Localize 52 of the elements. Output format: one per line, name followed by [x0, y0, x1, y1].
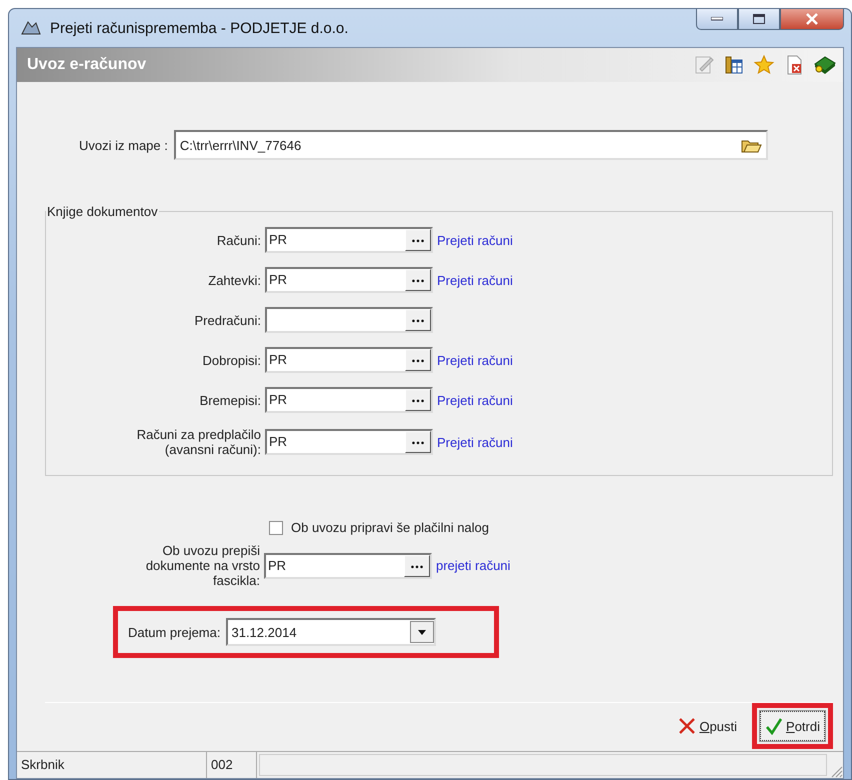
book-icon[interactable] — [813, 54, 837, 76]
field-label: Ob uvozu prepiši dokumente na vrsto fascikla: — [144, 543, 260, 588]
ellipsis-button[interactable] — [404, 554, 430, 576]
form-title: Uvoz e-računov — [27, 56, 148, 74]
book-field[interactable]: PR — [265, 347, 433, 373]
close-button[interactable] — [780, 9, 844, 30]
confirm-button[interactable]: Potrdi — [760, 711, 825, 741]
close-icon — [805, 13, 819, 25]
columns-icon[interactable] — [723, 54, 745, 76]
cross-icon — [678, 717, 696, 735]
checkmark-icon — [765, 717, 784, 735]
maximize-button[interactable] — [738, 9, 780, 30]
book-field[interactable]: PR — [264, 552, 432, 578]
checkbox[interactable] — [269, 520, 283, 534]
book-field[interactable]: PR — [265, 267, 433, 293]
maximize-icon — [753, 14, 765, 24]
book-link[interactable]: Prejeti računi — [437, 272, 513, 288]
field-label: Zahtevki: — [207, 272, 261, 288]
ellipsis-button[interactable] — [405, 389, 431, 411]
book-field[interactable]: PR — [265, 227, 433, 253]
date-field[interactable]: 31.12.2014 — [226, 618, 436, 646]
book-link[interactable]: prejeti računi — [436, 558, 510, 573]
ellipsis-button[interactable] — [405, 269, 431, 291]
book-link[interactable]: Prejeti računi — [437, 392, 513, 408]
book-link[interactable]: Prejeti računi — [437, 434, 513, 450]
ellipsis-button[interactable] — [405, 229, 431, 251]
field-label: Predračuni: — [194, 312, 261, 328]
status-cell: 002 — [207, 752, 257, 778]
book-field[interactable] — [265, 307, 433, 333]
minimize-button[interactable] — [696, 9, 738, 30]
field-label: Dobropisi: — [201, 352, 261, 368]
group-title: Knjige dokumentov — [46, 204, 159, 219]
field-label: Uvozi iz mape : — [79, 138, 168, 152]
status-cell: Skrbnik — [17, 752, 207, 778]
field-label: Računi za predplačilo (avansni računi): — [136, 427, 261, 457]
ellipsis-button[interactable] — [405, 349, 431, 371]
book-link[interactable]: Prejeti računi — [437, 352, 513, 368]
window-title: Prejeti računisprememba - PODJETJE d.o.o. — [50, 20, 350, 36]
ellipsis-button[interactable] — [405, 309, 431, 331]
checkbox-label: Ob uvozu pripravi še plačilni nalog — [291, 520, 489, 535]
book-link[interactable]: Prejeti računi — [437, 232, 513, 248]
field-label: Računi: — [216, 232, 261, 248]
minimize-icon — [711, 17, 723, 21]
star-icon[interactable] — [753, 54, 775, 76]
resize-grip-icon[interactable] — [829, 764, 843, 778]
ellipsis-button[interactable] — [405, 431, 431, 453]
book-field[interactable]: PR — [265, 387, 433, 413]
dropdown-button[interactable] — [410, 621, 434, 643]
field-label: Datum prejema: — [128, 624, 220, 640]
field-label: Bremepisi: — [198, 392, 261, 408]
folder-path-field[interactable]: C:\trr\errr\INV_77646 — [174, 130, 768, 160]
book-field[interactable]: PR — [265, 429, 433, 455]
